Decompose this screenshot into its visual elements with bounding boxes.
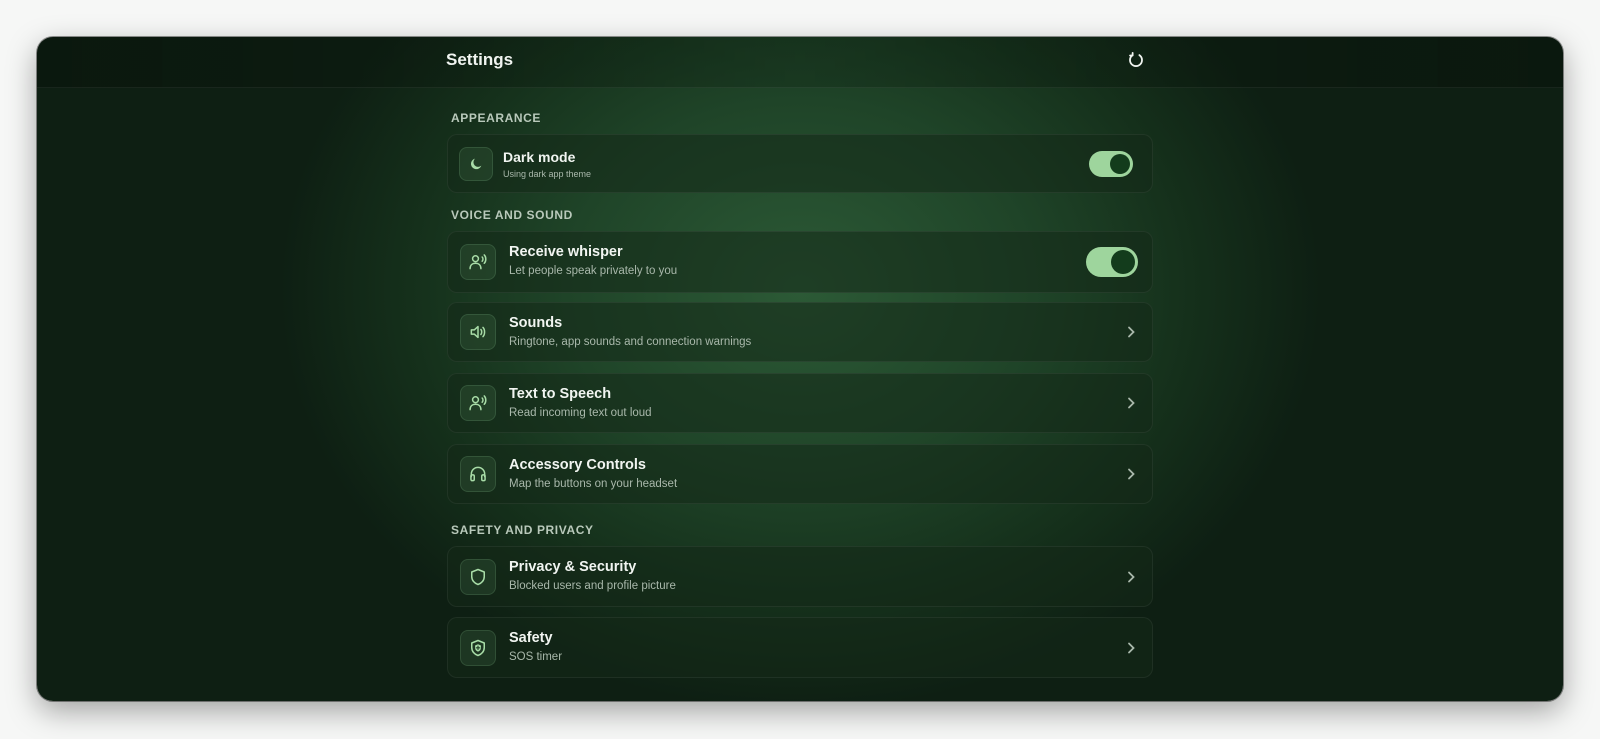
sounds-subtitle: Ringtone, app sounds and connection warn… [509,336,752,348]
sounds-icon-box [460,314,496,350]
person-voice-icon [469,254,487,270]
receive-whisper-row[interactable]: Receive whisper Let people speak private… [447,231,1153,293]
shield-icon [471,568,485,585]
top-bar: Settings [37,37,1563,88]
chevron-right-icon [1124,641,1138,655]
refresh-icon [1129,51,1143,67]
dark-mode-subtitle: Using dark app theme [503,169,592,179]
dark-mode-row[interactable]: Dark mode Using dark app theme [447,134,1153,193]
tts-subtitle: Read incoming text out loud [509,407,652,419]
privacy-title: Privacy & Security [509,559,637,575]
toggle-knob [1111,250,1135,274]
receive-whisper-toggle[interactable] [1086,247,1138,277]
dark-mode-title: Dark mode [503,149,576,165]
settings-window: Settings APPEARANCE Dark mode Using dark… [37,37,1563,701]
tts-icon-box [460,385,496,421]
person-voice-icon [469,395,487,411]
sounds-row[interactable]: Sounds Ringtone, app sounds and connecti… [447,302,1153,362]
privacy-icon-box [460,558,496,595]
receive-whisper-title: Receive whisper [509,244,623,260]
moon-icon [470,158,482,169]
dark-mode-toggle[interactable] [1089,150,1133,177]
chevron-right-icon [1124,396,1138,410]
safety-title: Safety [509,630,553,646]
accessory-controls-row[interactable]: Accessory Controls Map the buttons on yo… [447,444,1153,504]
safety-icon-box [460,629,496,666]
refresh-button[interactable] [1126,50,1146,70]
section-label-voice: VOICE AND SOUND [451,208,573,222]
accessory-title: Accessory Controls [509,457,646,473]
receive-whisper-icon-box [460,244,496,280]
section-label-appearance: APPEARANCE [451,111,542,125]
privacy-subtitle: Blocked users and profile picture [509,580,676,592]
sounds-title: Sounds [509,315,563,331]
safety-subtitle: SOS timer [509,651,563,663]
toggle-knob [1110,153,1130,174]
privacy-security-row[interactable]: Privacy & Security Blocked users and pro… [447,546,1153,607]
receive-whisper-subtitle: Let people speak privately to you [509,265,678,277]
speaker-icon [470,325,486,339]
accessory-subtitle: Map the buttons on your headset [509,478,678,490]
chevron-right-icon [1124,570,1138,584]
shield-plus-icon [471,639,485,656]
headset-icon [470,466,486,482]
dark-mode-icon-box [459,146,493,181]
page-title: Settings [446,50,514,69]
chevron-right-icon [1124,325,1138,339]
tts-title: Text to Speech [509,386,612,402]
text-to-speech-row[interactable]: Text to Speech Read incoming text out lo… [447,373,1153,433]
safety-row[interactable]: Safety SOS timer [447,617,1153,678]
section-label-safety: SAFETY AND PRIVACY [451,523,594,537]
accessory-icon-box [460,456,496,492]
chevron-right-icon [1124,467,1138,481]
